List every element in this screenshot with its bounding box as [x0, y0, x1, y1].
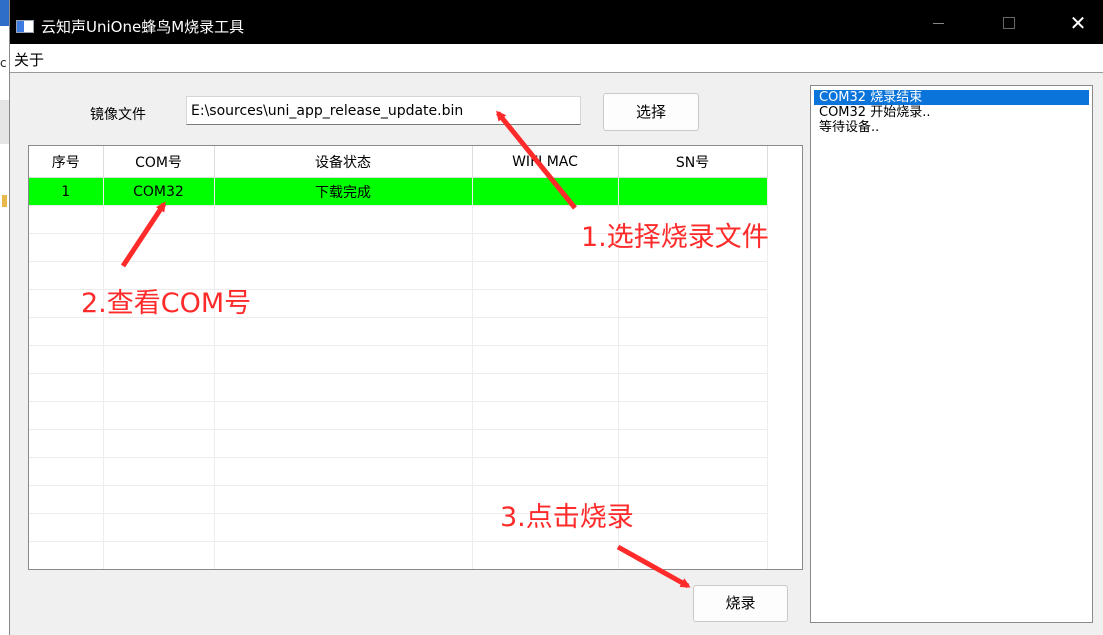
background-taskbar-fragment: [0, 0, 9, 26]
app-window: 云知声UniOne蜂鸟M烧录工具 ✕ 关于 镜像文件 E:\sources\un…: [9, 0, 1103, 635]
red-arrow-icon: [496, 110, 577, 210]
annotation-arrows: [120, 110, 691, 589]
red-arrow-icon: [120, 201, 167, 268]
red-arrow-icon: [616, 544, 691, 589]
background-window-strip: c: [0, 0, 9, 635]
folder-icon: [2, 195, 7, 207]
background-text-fragment: c: [0, 56, 7, 70]
background-panel-fragment: [0, 100, 9, 144]
